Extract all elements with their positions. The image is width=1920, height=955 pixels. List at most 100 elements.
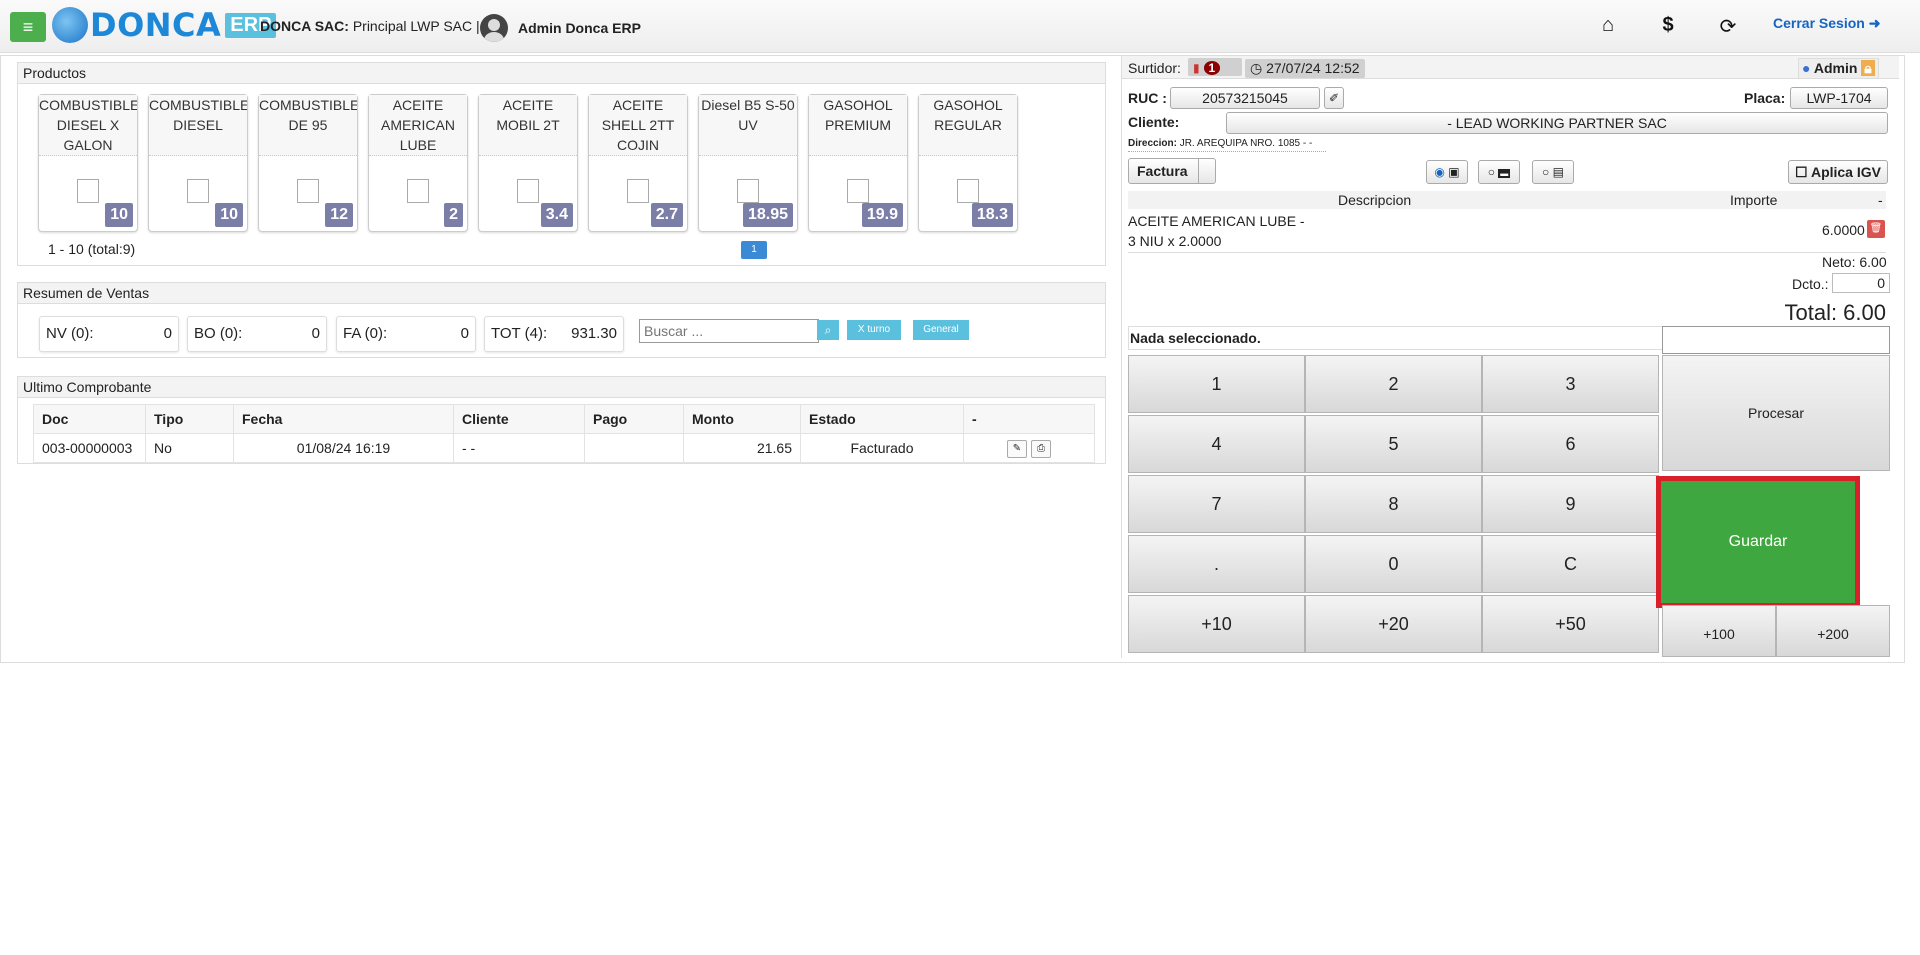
lock-refresh-icon[interactable]: ⟳ (1716, 14, 1740, 39)
cliente-field[interactable]: - LEAD WORKING PARTNER SAC (1226, 112, 1888, 134)
cell-doc: 003-00000003 (33, 433, 146, 463)
product-card[interactable]: ACEITE MOBIL 2T 3.4 (478, 94, 578, 232)
pay-card-radio[interactable]: ○ ▤ (1532, 160, 1574, 184)
dotted-divider (1128, 151, 1326, 152)
col-importe: Importe (1730, 192, 1778, 208)
product-name: COMBUSTIBLE DIESEL X GALON (39, 95, 137, 156)
summary-value: 0 (311, 325, 320, 342)
product-card[interactable]: COMBUSTIBLE DIESEL X GALON 10 (38, 94, 138, 232)
card-icon: ▤ (1552, 165, 1564, 179)
aplica-igv-checkbox[interactable]: ☐ Aplica IGV (1788, 160, 1888, 184)
surtidor-badge[interactable]: ▮ 1 (1188, 58, 1242, 76)
product-price: 10 (215, 203, 243, 227)
logo: DONCA ERP (52, 6, 277, 44)
summary-label: FA (0): (343, 325, 388, 342)
product-card[interactable]: COMBUSTIBLE DIESEL 10 (148, 94, 248, 232)
product-card[interactable]: Diesel B5 S-50 UV 18.95 (698, 94, 798, 232)
keypad-key[interactable]: 5 (1305, 415, 1482, 473)
keypad-key[interactable]: 2 (1305, 355, 1482, 413)
amount-input[interactable] (1662, 326, 1890, 354)
surtidor-count: 1 (1203, 61, 1221, 75)
selection-text: Nada seleccionado. (1130, 330, 1261, 346)
image-placeholder-icon (517, 179, 539, 203)
keypad-key[interactable]: 1 (1128, 355, 1305, 413)
summary-bo: BO (0): 0 (187, 316, 327, 352)
keypad-key[interactable]: 7 (1128, 475, 1305, 533)
col-cliente: Cliente (453, 404, 585, 434)
logo-icon (52, 7, 88, 43)
product-name: ACEITE MOBIL 2T (479, 95, 577, 156)
keypad-key[interactable]: . (1128, 535, 1305, 593)
eraser-button[interactable]: ✐ (1324, 87, 1344, 109)
keypad-key[interactable]: 9 (1482, 475, 1659, 533)
general-button[interactable]: General (913, 320, 969, 340)
summary-value: 0 (163, 325, 172, 342)
cliente-value: - LEAD WORKING PARTNER SAC (1447, 115, 1667, 131)
search-input[interactable] (639, 319, 819, 343)
productos-title: Productos (18, 63, 1105, 84)
user-menu[interactable]: Admin Donca ERP (480, 14, 641, 42)
ruc-field[interactable]: 20573215045 (1170, 87, 1320, 109)
print-icon[interactable]: ⎙ (1031, 440, 1051, 458)
lock-icon: 🔒︎ (1861, 60, 1875, 76)
placa-label: Placa: (1744, 90, 1786, 106)
table-header: Doc Tipo Fecha Cliente Pago Monto Estado… (33, 404, 1095, 434)
placa-field[interactable]: LWP-1704 (1790, 87, 1888, 109)
doc-type-select[interactable]: Factura (1128, 158, 1216, 184)
keypad-key[interactable]: 4 (1128, 415, 1305, 473)
pay-cash-radio[interactable]: ◉ ▣ (1426, 160, 1468, 184)
col-pago: Pago (584, 404, 684, 434)
admin-badge[interactable]: ● Admin 🔒︎ (1798, 58, 1879, 79)
page-button[interactable]: 1 (741, 241, 767, 259)
procesar-button[interactable]: Procesar (1662, 355, 1890, 471)
items-divider (1128, 252, 1886, 253)
logout-link[interactable]: Cerrar Sesion ➜ (1773, 15, 1880, 32)
summary-label: NV (0): (46, 325, 94, 342)
keypad-key[interactable]: 8 (1305, 475, 1482, 533)
logo-text: DONCA (90, 6, 222, 44)
dcto-input[interactable]: 0 (1832, 273, 1890, 293)
cell-monto: 21.65 (683, 433, 801, 463)
product-card[interactable]: GASOHOL PREMIUM 19.9 (808, 94, 908, 232)
product-card[interactable]: ACEITE AMERICAN LUBE 2 (368, 94, 468, 232)
plus100-button[interactable]: +100 (1662, 605, 1776, 657)
dollar-icon[interactable]: $ (1656, 14, 1680, 37)
keypad-key[interactable]: +20 (1305, 595, 1482, 653)
top-bar: ≡ DONCA ERP DONCA SAC: Principal LWP SAC… (0, 0, 1920, 53)
home-icon[interactable]: ⌂ (1596, 14, 1620, 37)
product-price: 2 (444, 203, 463, 227)
menu-button[interactable]: ≡ (10, 12, 46, 42)
plus200-button[interactable]: +200 (1776, 605, 1890, 657)
x-turno-button[interactable]: X turno (847, 320, 901, 340)
keypad-key[interactable]: 6 (1482, 415, 1659, 473)
pay-visa-radio[interactable]: ○ ▬ (1478, 160, 1520, 184)
keypad-key[interactable]: +10 (1128, 595, 1305, 653)
search-button[interactable]: ⌕ (817, 320, 839, 340)
trash-icon[interactable]: 🗑︎ (1867, 220, 1885, 238)
ultimo-panel: Ultimo Comprobante Doc Tipo Fecha Client… (17, 376, 1106, 464)
col-monto: Monto (683, 404, 801, 434)
dcto-label: Dcto.: (1792, 276, 1829, 292)
product-card[interactable]: COMBUSTIBLE DE 95 12 (258, 94, 358, 232)
keypad-key[interactable]: 0 (1305, 535, 1482, 593)
direccion-value: JR. AREQUIPA NRO. 1085 - - (1179, 138, 1313, 149)
product-card[interactable]: ACEITE SHELL 2TT COJIN 2.7 (588, 94, 688, 232)
item-desc[interactable]: ACEITE AMERICAN LUBE - (1128, 213, 1305, 229)
keypad-key[interactable]: C (1482, 535, 1659, 593)
keypad-key[interactable]: 3 (1482, 355, 1659, 413)
plus100-label: +100 (1703, 626, 1735, 642)
item-qty: 3 NIU x 2.0000 (1128, 233, 1222, 249)
resumen-panel: Resumen de Ventas NV (0): 0 BO (0): 0 FA… (17, 282, 1106, 358)
product-name: GASOHOL PREMIUM (809, 95, 907, 156)
summary-label: TOT (4): (491, 325, 548, 342)
summary-nv: NV (0): 0 (39, 316, 179, 352)
product-card[interactable]: GASOHOL REGULAR 18.3 (918, 94, 1018, 232)
guardar-button[interactable]: Guardar (1656, 476, 1860, 608)
ruc-value: 20573215045 (1202, 90, 1288, 106)
edit-icon[interactable]: ✎ (1007, 440, 1027, 458)
col-descripcion: Descripcion (1338, 192, 1412, 208)
keypad-key[interactable]: +50 (1482, 595, 1659, 653)
cell-fecha: 01/08/24 16:19 (233, 433, 454, 463)
product-price: 2.7 (650, 203, 683, 227)
aplica-igv-label: Aplica IGV (1810, 164, 1881, 180)
